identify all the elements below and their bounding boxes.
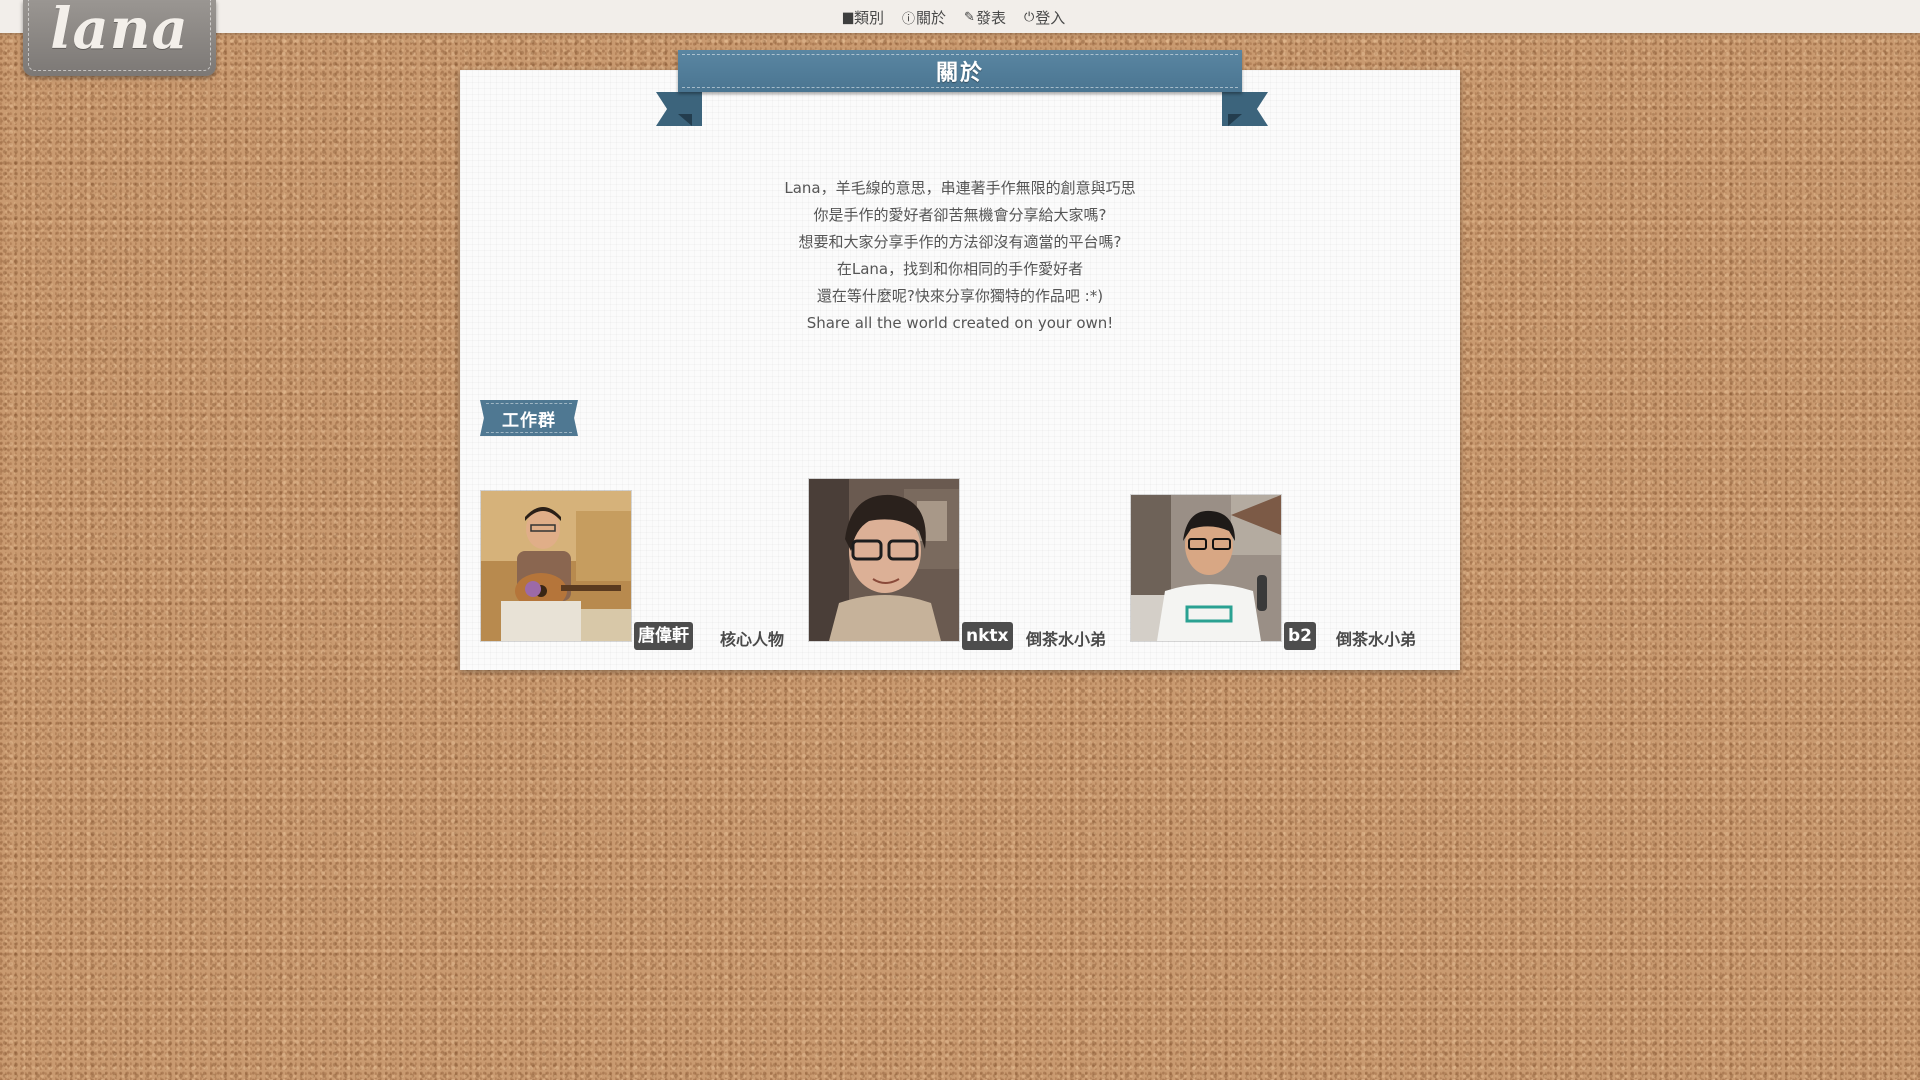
member-role: 倒茶水小弟 xyxy=(1026,630,1107,649)
intro-text: Lana，羊毛線的意思，串連著手作無限的創意與巧思 你是手作的愛好者卻苦無機會分… xyxy=(460,175,1460,337)
intro-line: 你是手作的愛好者卻苦無機會分享給大家嗎? xyxy=(813,206,1107,224)
member-photo xyxy=(809,479,959,641)
nav-post-label: 發表 xyxy=(975,9,1006,27)
member-photo xyxy=(1131,495,1281,641)
nav-post[interactable]: ✎ 發表 xyxy=(964,7,1006,28)
main-nav: ▆ 類別 ⓘ 關於 ✎ 發表 ⏻ 登入 xyxy=(843,7,1065,28)
nav-about-label: 關於 xyxy=(916,9,947,27)
member-avatar[interactable] xyxy=(808,478,960,642)
top-nav-bar: ▆ 類別 ⓘ 關於 ✎ 發表 ⏻ 登入 xyxy=(0,0,1920,33)
member-name-tag[interactable]: nktx xyxy=(962,622,1013,650)
member-avatar[interactable] xyxy=(480,490,632,642)
power-icon: ⏻ xyxy=(1023,10,1035,25)
nav-about[interactable]: ⓘ 關於 xyxy=(902,7,946,28)
member-avatar[interactable] xyxy=(1130,494,1282,642)
intro-line: Lana，羊毛線的意思，串連著手作無限的創意與巧思 xyxy=(784,179,1136,197)
title-ribbon: 關於 xyxy=(678,50,1242,92)
member-role: 倒茶水小弟 xyxy=(1336,630,1417,649)
intro-line: 還在等什麼呢?快來分享你獨特的作品吧 :*) xyxy=(816,287,1104,305)
nav-login[interactable]: ⏻ 登入 xyxy=(1024,7,1065,28)
member-photo xyxy=(481,491,631,641)
page-title: 關於 xyxy=(935,61,984,86)
pencil-icon: ✎ xyxy=(964,10,975,25)
site-logo[interactable]: lana xyxy=(23,0,216,76)
ribbon-tail-left xyxy=(656,92,702,126)
about-panel: 關於 Lana，羊毛線的意思，串連著手作無限的創意與巧思 你是手作的愛好者卻苦無… xyxy=(460,50,1460,670)
intro-line: 在Lana，找到和你相同的手作愛好者 xyxy=(836,260,1084,278)
team-section-label: 工作群 xyxy=(480,400,578,436)
team-label-text: 工作群 xyxy=(502,410,556,431)
member-name-tag[interactable]: b2 xyxy=(1284,622,1316,650)
nav-login-label: 登入 xyxy=(1035,9,1066,27)
intro-line: 想要和大家分享手作的方法卻沒有適當的平台嗎? xyxy=(798,233,1122,251)
info-icon: ⓘ xyxy=(902,12,916,27)
member-name-tag[interactable]: 唐偉軒 xyxy=(634,622,693,650)
logo-text: lana xyxy=(50,0,189,62)
member-role: 核心人物 xyxy=(720,630,785,649)
nav-categories[interactable]: ▆ 類別 xyxy=(843,7,884,28)
nav-categories-label: 類別 xyxy=(854,9,885,27)
folder-icon: ▆ xyxy=(843,10,853,25)
intro-line: Share all the world created on your own! xyxy=(806,314,1114,332)
